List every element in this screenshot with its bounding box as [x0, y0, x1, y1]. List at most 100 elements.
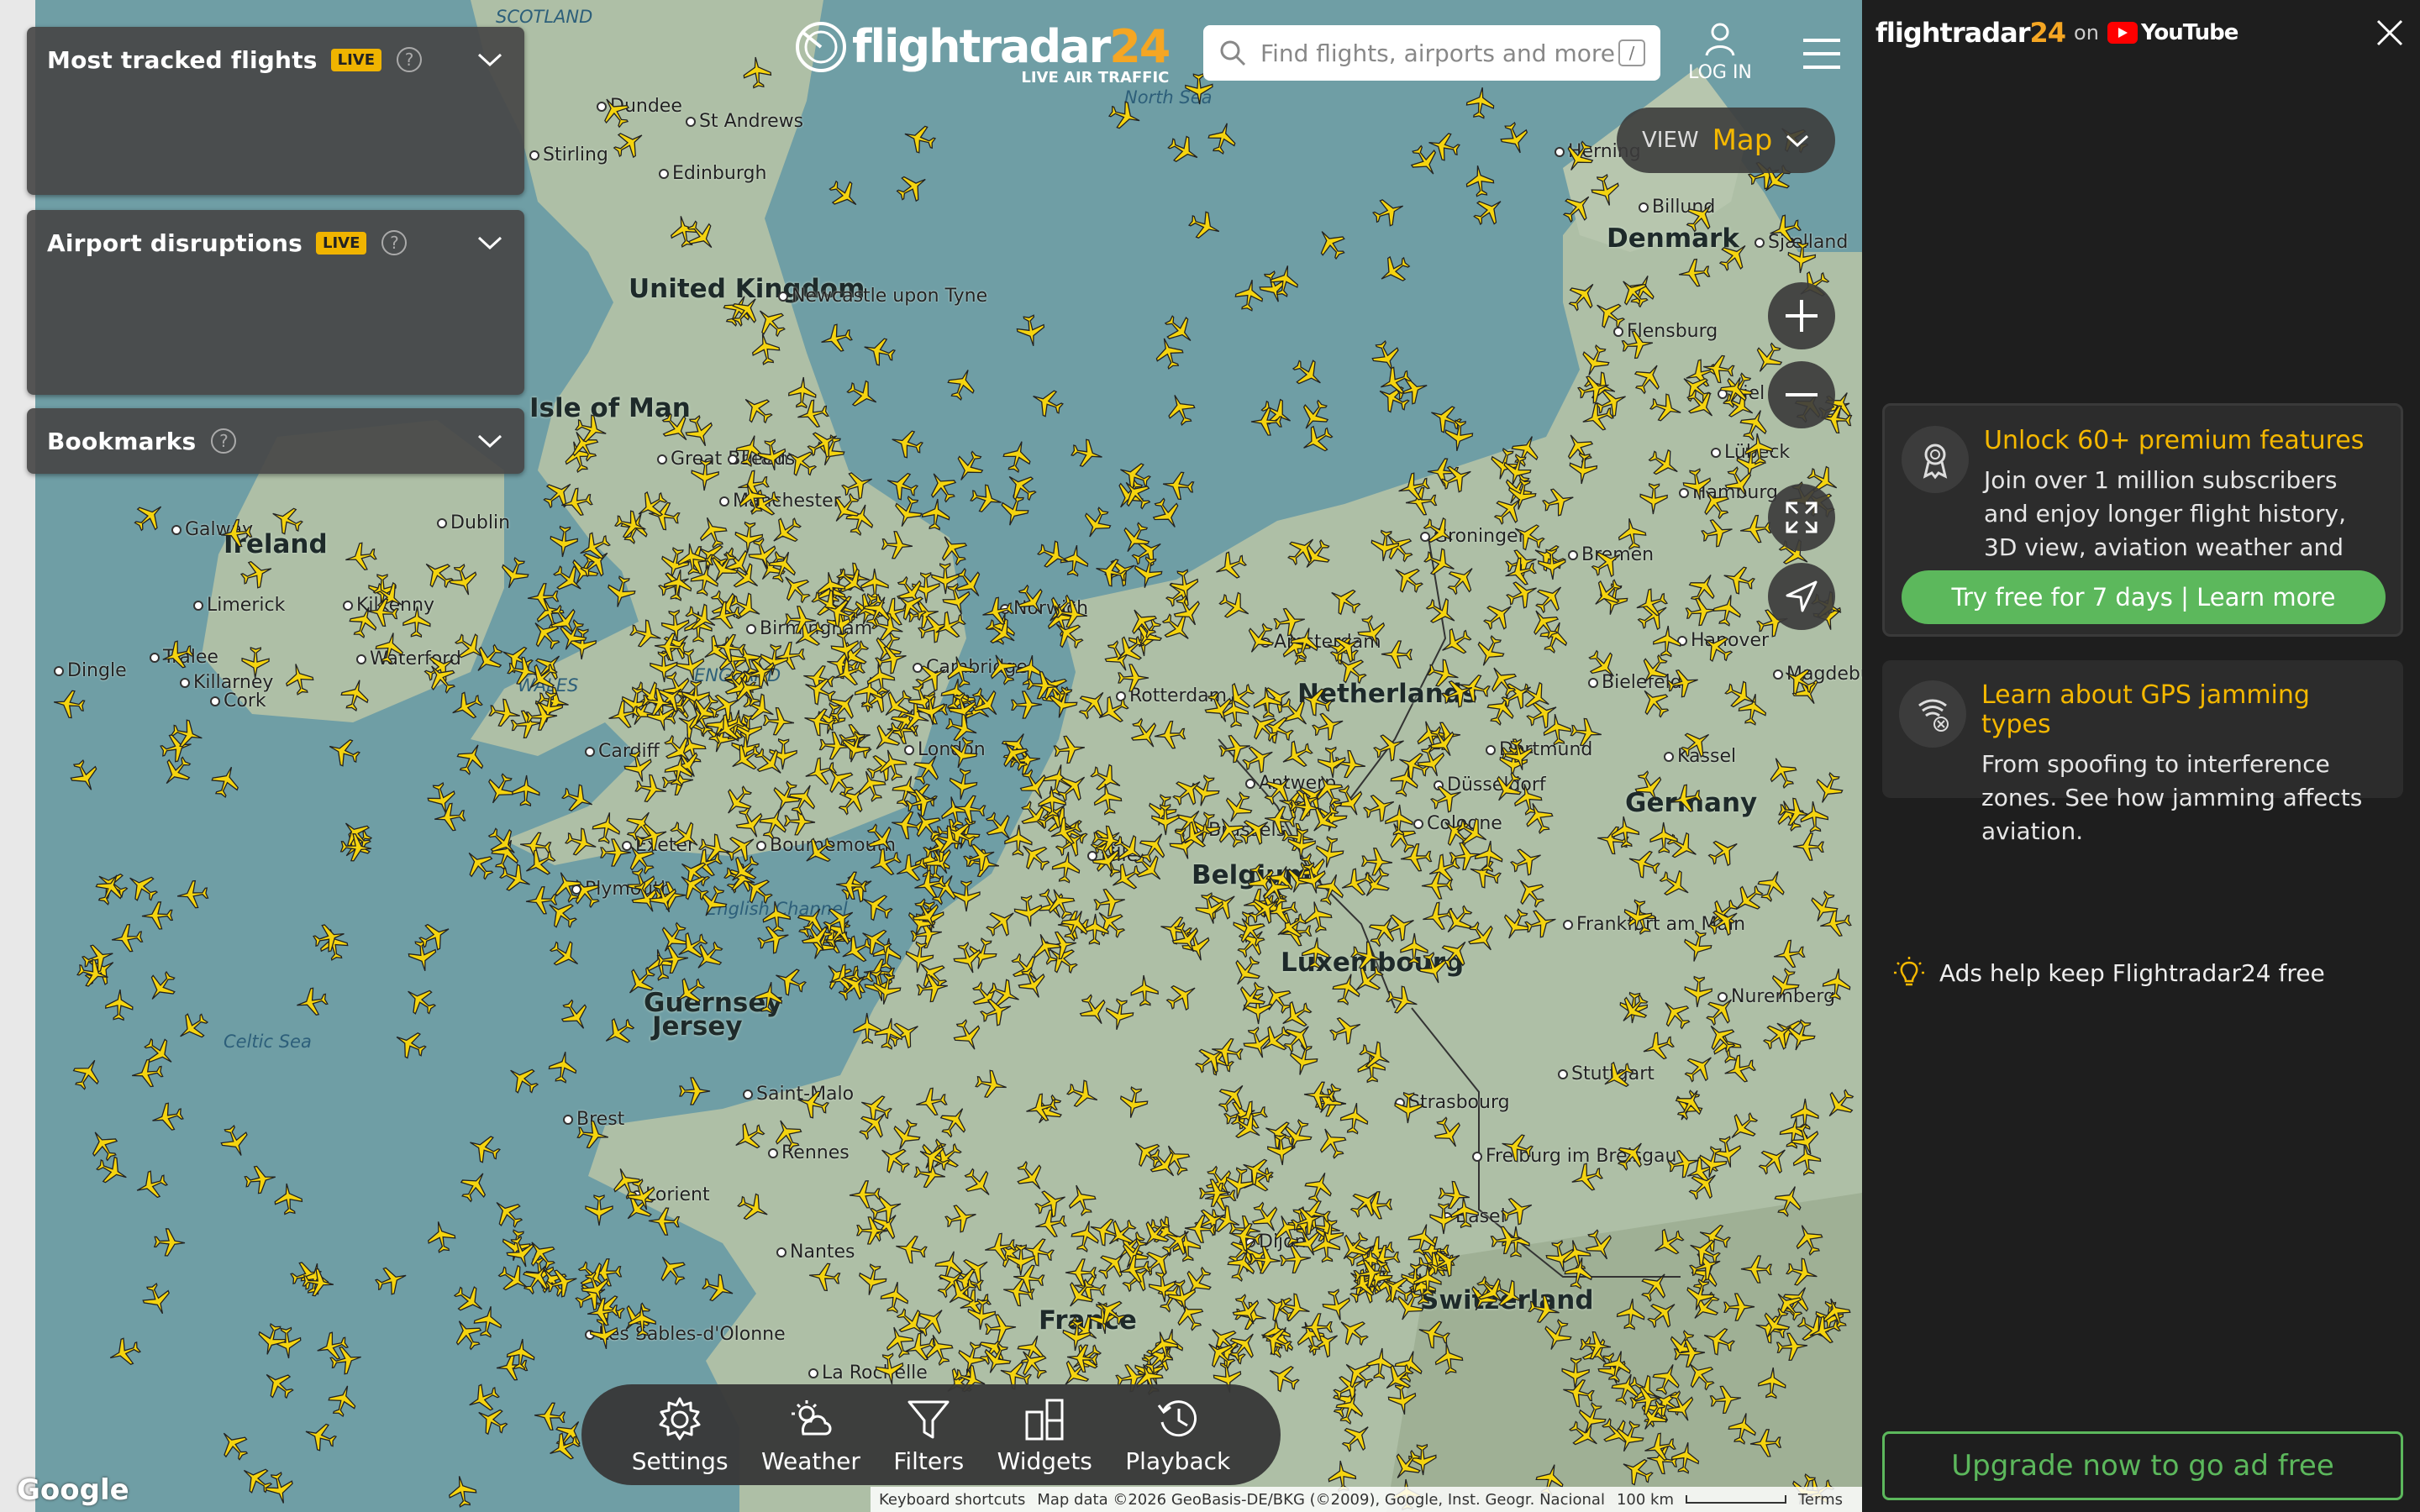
aircraft-icon[interactable]: [1796, 798, 1832, 834]
aircraft-icon[interactable]: [370, 627, 410, 668]
aircraft-icon[interactable]: [204, 759, 248, 803]
zoom-in-button[interactable]: [1768, 282, 1835, 349]
aircraft-icon[interactable]: [1754, 1365, 1791, 1401]
aircraft-icon[interactable]: [1207, 1032, 1246, 1070]
aircraft-icon[interactable]: [1667, 1081, 1713, 1127]
aircraft-icon[interactable]: [153, 1225, 187, 1259]
aircraft-icon[interactable]: [1461, 84, 1499, 122]
aircraft-icon[interactable]: [879, 528, 915, 564]
aircraft-icon[interactable]: [574, 1116, 613, 1154]
aircraft-icon[interactable]: [1711, 232, 1759, 280]
aircraft-icon[interactable]: [890, 164, 936, 210]
aircraft-icon[interactable]: [298, 1415, 341, 1457]
aircraft-icon[interactable]: [264, 497, 308, 542]
aircraft-icon[interactable]: [1534, 547, 1570, 582]
aircraft-icon[interactable]: [108, 920, 145, 957]
aircraft-icon[interactable]: [582, 1194, 616, 1227]
aircraft-icon[interactable]: [1162, 1276, 1202, 1315]
aircraft-icon[interactable]: [1381, 802, 1416, 837]
aircraft-icon[interactable]: [1693, 624, 1740, 671]
aircraft-icon[interactable]: [334, 674, 376, 715]
aircraft-icon[interactable]: [1048, 848, 1086, 885]
aircraft-icon[interactable]: [833, 867, 869, 903]
aircraft-icon[interactable]: [687, 458, 723, 493]
aircraft-icon[interactable]: [660, 751, 698, 790]
aircraft-icon[interactable]: [1818, 965, 1855, 1003]
aircraft-icon[interactable]: [299, 1263, 337, 1301]
aircraft-icon[interactable]: [1791, 829, 1825, 864]
aircraft-icon[interactable]: [370, 1259, 412, 1301]
aircraft-icon[interactable]: [1766, 1178, 1811, 1222]
aircraft-icon[interactable]: [1067, 433, 1107, 474]
aircraft-icon[interactable]: [1784, 240, 1820, 276]
chevron-down-icon[interactable]: [476, 228, 504, 257]
aircraft-icon[interactable]: [806, 1258, 843, 1295]
aircraft-icon[interactable]: [499, 1056, 546, 1103]
aircraft-icon[interactable]: [174, 876, 211, 913]
aircraft-icon[interactable]: [939, 362, 983, 406]
aircraft-icon[interactable]: [1249, 684, 1286, 721]
airport-disruptions-widget[interactable]: Airport disruptions LIVE ?: [27, 210, 524, 395]
aircraft-icon[interactable]: [1676, 255, 1712, 291]
aircraft-icon[interactable]: [1494, 117, 1537, 160]
aircraft-icon[interactable]: [1440, 417, 1478, 454]
flightradar24-logo[interactable]: flightradar24 LIVE AIR TRAFFIC: [795, 20, 1171, 87]
aircraft-icon[interactable]: [1381, 980, 1423, 1021]
aircraft-icon[interactable]: [239, 645, 273, 680]
aircraft-icon[interactable]: [255, 1360, 302, 1407]
aircraft-icon[interactable]: [1647, 821, 1681, 855]
upgrade-button[interactable]: Upgrade now to go ad free: [1882, 1431, 2403, 1500]
aircraft-icon[interactable]: [1586, 171, 1626, 211]
aircraft-icon[interactable]: [697, 1268, 740, 1310]
aircraft-icon[interactable]: [341, 538, 381, 577]
aircraft-icon[interactable]: [1159, 974, 1205, 1020]
filters-button[interactable]: Filters: [893, 1395, 964, 1475]
aircraft-icon[interactable]: [1748, 1425, 1783, 1461]
aircraft-icon[interactable]: [1607, 813, 1644, 850]
aircraft-icon[interactable]: [270, 1180, 307, 1217]
aircraft-icon[interactable]: [725, 1115, 771, 1161]
aircraft-icon[interactable]: [322, 1379, 364, 1421]
aircraft-icon[interactable]: [387, 1021, 433, 1067]
aircraft-icon[interactable]: [1010, 893, 1048, 931]
zoom-out-button[interactable]: [1768, 361, 1835, 428]
aircraft-icon[interactable]: [422, 1216, 461, 1256]
aircraft-icon[interactable]: [1012, 312, 1050, 350]
aircraft-icon[interactable]: [102, 987, 137, 1022]
aircraft-icon[interactable]: [1230, 276, 1269, 314]
aircraft-icon[interactable]: [213, 1120, 257, 1163]
aircraft-icon[interactable]: [861, 659, 899, 696]
aircraft-icon[interactable]: [1499, 735, 1539, 774]
chevron-down-icon[interactable]: [476, 45, 504, 74]
aircraft-icon[interactable]: [483, 1189, 531, 1236]
aircraft-icon[interactable]: [50, 685, 87, 722]
chevron-down-icon[interactable]: [476, 427, 504, 455]
locate-me-button[interactable]: [1768, 563, 1835, 630]
settings-button[interactable]: Settings: [632, 1395, 729, 1475]
aircraft-icon[interactable]: [486, 694, 524, 732]
aircraft-icon[interactable]: [839, 372, 885, 417]
aircraft-icon[interactable]: [524, 699, 560, 734]
aircraft-icon[interactable]: [1665, 779, 1706, 819]
aircraft-icon[interactable]: [639, 684, 677, 722]
keyboard-shortcuts-link[interactable]: Keyboard shortcuts: [879, 1491, 1025, 1509]
aircraft-icon[interactable]: [322, 730, 366, 774]
aircraft-icon[interactable]: [1760, 749, 1805, 794]
aircraft-icon[interactable]: [1128, 553, 1167, 592]
aircraft-icon[interactable]: [1612, 1295, 1649, 1332]
aircraft-icon[interactable]: [279, 659, 319, 699]
aircraft-icon[interactable]: [508, 774, 543, 808]
aircraft-icon[interactable]: [1608, 1131, 1655, 1179]
aircraft-icon[interactable]: [971, 1065, 1011, 1105]
aircraft-icon[interactable]: [1627, 1381, 1665, 1420]
aircraft-icon[interactable]: [1392, 1090, 1426, 1125]
aircraft-icon[interactable]: [525, 579, 561, 615]
aircraft-icon[interactable]: [1538, 481, 1579, 522]
aircraft-icon[interactable]: [783, 602, 818, 638]
aircraft-icon[interactable]: [1335, 1099, 1373, 1137]
aircraft-icon[interactable]: [260, 1468, 300, 1509]
aircraft-icon[interactable]: [858, 330, 899, 371]
aircraft-icon[interactable]: [1560, 1252, 1599, 1292]
aircraft-icon[interactable]: [235, 553, 278, 596]
aircraft-icon[interactable]: [364, 594, 400, 630]
